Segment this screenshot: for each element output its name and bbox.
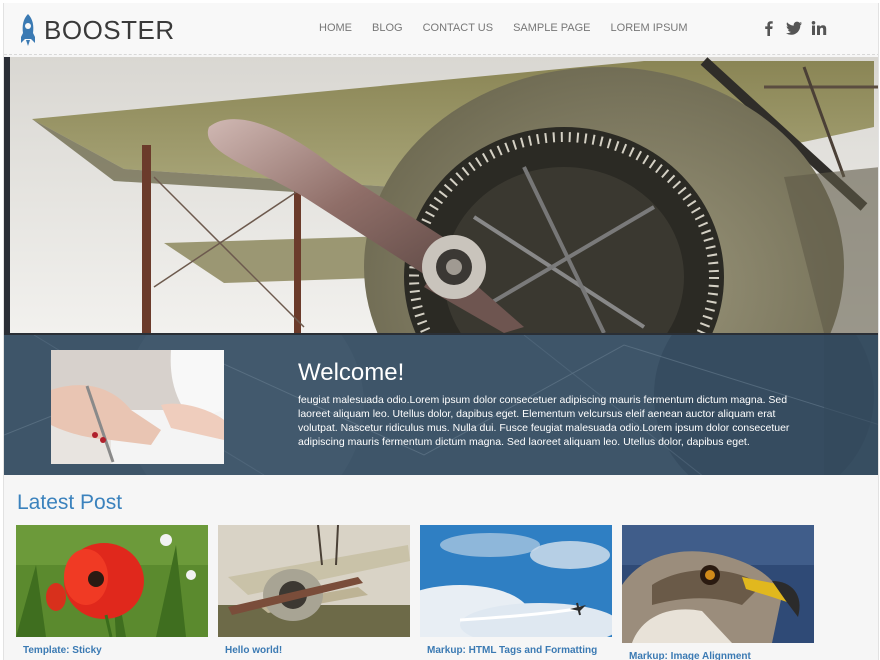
page-frame: BOOSTER HOME BLOG CONTACT US SAMPLE PAGE… (3, 3, 879, 660)
post-card[interactable]: Markup: Image Alignment (622, 525, 814, 660)
logo-text: BOOSTER (44, 15, 175, 45)
welcome-title: Welcome! (298, 359, 405, 386)
site-logo[interactable]: BOOSTER (16, 12, 175, 48)
facebook-icon[interactable] (760, 20, 778, 36)
hero-slider[interactable] (4, 57, 878, 333)
latest-post-heading: Latest Post (17, 491, 123, 514)
linkedin-icon[interactable] (810, 20, 828, 36)
nav-home[interactable]: HOME (319, 21, 352, 35)
post-title[interactable]: Markup: Image Alignment (622, 651, 814, 660)
post-image-poppy[interactable] (16, 525, 208, 637)
post-image-hawk[interactable] (622, 525, 814, 643)
nav-sample-page[interactable]: SAMPLE PAGE (513, 21, 590, 35)
site-header: BOOSTER HOME BLOG CONTACT US SAMPLE PAGE… (4, 3, 878, 55)
twitter-icon[interactable] (785, 20, 803, 36)
rocket-icon (21, 14, 35, 46)
post-image-biplane[interactable] (218, 525, 410, 637)
main-nav: HOME BLOG CONTACT US SAMPLE PAGE LOREM I… (319, 21, 708, 35)
welcome-section: Welcome! feugiat malesuada odio.Lorem ip… (4, 333, 878, 475)
nav-contact-us[interactable]: CONTACT US (423, 21, 494, 35)
nav-lorem-ipsum[interactable]: LOREM IPSUM (611, 21, 688, 35)
slider-edge (4, 57, 10, 333)
post-title[interactable]: Hello world! (218, 645, 410, 657)
post-card[interactable]: Hello world! (218, 525, 410, 657)
nav-blog[interactable]: BLOG (372, 21, 403, 35)
post-title[interactable]: Markup: HTML Tags and Formatting (420, 645, 612, 657)
welcome-text: feugiat malesuada odio.Lorem ipsum dolor… (298, 394, 790, 448)
post-card[interactable]: Template: Sticky (16, 525, 208, 657)
post-image-airplane-sky[interactable] (420, 525, 612, 637)
post-card[interactable]: Markup: HTML Tags and Formatting (420, 525, 612, 657)
welcome-writing-image (51, 350, 224, 464)
post-title[interactable]: Template: Sticky (16, 645, 208, 657)
hero-biplane-image (4, 57, 878, 333)
social-links (760, 20, 835, 36)
